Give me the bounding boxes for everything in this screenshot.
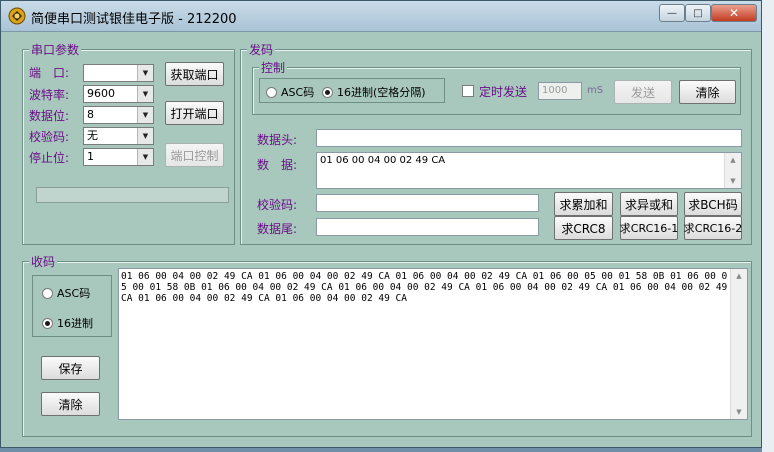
radio-off-icon [42,287,53,299]
port-label: 端 口: [29,66,70,80]
baud-value: 9600 [87,87,115,100]
crc16-2-button[interactable]: 求CRC16-2 [684,216,742,240]
tail-input[interactable] [316,218,539,236]
baud-label: 波特率: [29,88,70,102]
data-text: 01 06 00 04 00 02 49 CA [320,155,446,166]
databits-value: 8 [87,108,94,121]
sum-button[interactable]: 求累加和 [554,192,613,216]
parity-value: 无 [87,129,98,142]
crc16-1-button[interactable]: 求CRC16-1 [620,216,678,240]
recv-mode-ascii-label: ASC码 [57,287,91,300]
chevron-down-icon: ▼ [137,149,153,165]
checksum-input[interactable] [316,194,539,212]
header-label: 数据头: [257,133,298,147]
port-control-button[interactable]: 端口控制 [165,143,224,167]
radio-on-icon [322,86,333,98]
send-mode-ascii-radio[interactable]: ASC码 [266,84,314,100]
recv-clear-button[interactable]: 清除 [41,392,100,416]
get-port-button[interactable]: 获取端口 [165,62,224,86]
interval-input[interactable]: 1000 [538,82,582,100]
crc8-button[interactable]: 求CRC8 [554,216,613,240]
recv-mode-ascii-radio[interactable]: ASC码 [42,285,90,301]
bch-button[interactable]: 求BCH码 [684,192,742,216]
status-progress-bar [36,187,229,203]
send-mode-hex-radio[interactable]: 16进制(空格分隔) [322,84,426,100]
stopbits-select[interactable]: 1 ▼ [83,148,154,166]
send-group-title: 发码 [247,41,276,58]
title-bar: 简便串口测试银佳电子版 - 212200 — □ ✕ [1,1,761,32]
open-port-button[interactable]: 打开端口 [165,101,224,125]
send-mode-ascii-label: ASC码 [281,86,315,99]
app-icon [8,7,26,25]
databits-label: 数据位: [29,109,70,123]
stopbits-label: 停止位: [29,151,70,165]
received-textarea[interactable]: 01 06 00 04 00 02 49 CA 01 06 00 04 00 0… [118,268,748,420]
receive-group-title: 收码 [29,253,58,270]
received-scrollbar[interactable]: ▲ ▼ [730,269,747,419]
serial-params-title: 串口参数 [29,41,82,58]
data-label: 数 据: [257,158,298,172]
header-input[interactable] [316,129,742,147]
tail-label: 数据尾: [257,222,298,236]
databits-select[interactable]: 8 ▼ [83,106,154,124]
parity-select[interactable]: 无 ▼ [83,127,154,145]
app-window: 简便串口测试银佳电子版 - 212200 — □ ✕ 串口参数 端 口: ▼ 波… [0,0,762,448]
recv-mode-hex-radio[interactable]: 16进制 [42,315,93,331]
scroll-down-icon[interactable]: ▼ [731,405,747,419]
port-select[interactable]: ▼ [83,64,154,82]
recv-mode-hex-label: 16进制 [57,317,93,330]
send-mode-hex-label: 16进制(空格分隔) [337,86,426,99]
send-button[interactable]: 发送 [614,80,672,104]
maximize-button[interactable]: □ [685,4,711,22]
send-control-title: 控制 [259,59,288,76]
chevron-down-icon: ▼ [137,86,153,102]
close-button[interactable]: ✕ [711,4,757,22]
timed-send-label: 定时发送 [479,85,528,99]
data-textarea[interactable]: 01 06 00 04 00 02 49 CA ▲ ▼ [316,152,742,189]
scroll-up-icon[interactable]: ▲ [731,269,747,283]
received-text: 01 06 00 04 00 02 49 CA 01 06 00 04 00 0… [121,271,728,304]
radio-off-icon [266,86,277,98]
chevron-down-icon: ▼ [137,107,153,123]
save-button[interactable]: 保存 [41,356,100,380]
checksum-label: 校验码: [257,198,298,212]
minimize-button[interactable]: — [659,4,685,22]
chevron-down-icon: ▼ [137,65,153,81]
window-title: 简便串口测试银佳电子版 - 212200 [31,12,237,27]
scroll-down-icon[interactable]: ▼ [725,174,741,188]
parity-label: 校验码: [29,130,70,144]
background-desktop-strip [762,0,774,452]
timed-send-checkbox[interactable] [462,85,474,97]
send-clear-button[interactable]: 清除 [679,80,736,104]
stopbits-value: 1 [87,150,94,163]
baud-select[interactable]: 9600 ▼ [83,85,154,103]
interval-unit: mS [587,85,604,96]
scroll-up-icon[interactable]: ▲ [725,153,741,167]
radio-on-icon [42,317,53,329]
xor-button[interactable]: 求异或和 [620,192,678,216]
data-scrollbar[interactable]: ▲ ▼ [724,153,741,188]
chevron-down-icon: ▼ [137,128,153,144]
